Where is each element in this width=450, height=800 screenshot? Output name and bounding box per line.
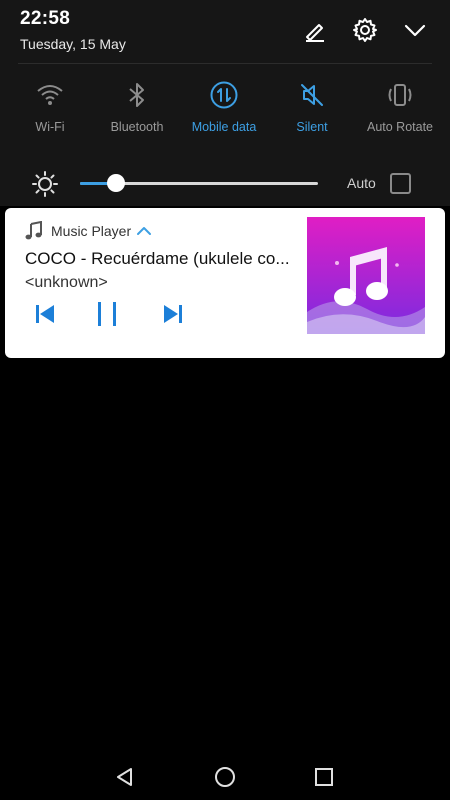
gear-icon: [353, 18, 377, 42]
toggle-auto-rotate[interactable]: Auto Rotate: [355, 80, 445, 144]
auto-brightness-checkbox[interactable]: [390, 173, 411, 194]
settings-button[interactable]: [349, 14, 381, 46]
bluetooth-icon: [129, 83, 144, 107]
music-app-row: Music Player: [25, 220, 152, 242]
next-track-button[interactable]: [156, 299, 190, 329]
skip-next-icon: [164, 305, 182, 323]
toggle-mobile-data-label: Mobile data: [191, 120, 257, 134]
toggle-wifi[interactable]: Wi-Fi: [5, 80, 95, 144]
toggle-auto-rotate-label: Auto Rotate: [366, 120, 433, 134]
status-date: Tuesday, 15 May: [20, 36, 126, 52]
auto-rotate-icon: [388, 84, 412, 106]
album-art[interactable]: [307, 217, 425, 334]
quick-toggles-row: Wi-Fi Bluetooth Mobile data Silent Auto …: [0, 80, 450, 144]
pause-button[interactable]: [90, 299, 124, 329]
notification-shade-screen: 22:58 Tuesday, 15 May Wi-Fi Bluetooth Mo…: [0, 0, 450, 800]
toggle-silent-label: Silent: [296, 120, 328, 134]
song-title: COCO - Recuérdame (ukulele co...: [25, 249, 290, 268]
music-notification-card[interactable]: Music Player COCO - Recuérdame (ukulele …: [5, 208, 445, 358]
back-button[interactable]: [110, 762, 140, 792]
music-app-name: Music Player: [51, 223, 132, 239]
auto-brightness-label: Auto: [347, 175, 376, 191]
toggle-mobile-data[interactable]: Mobile data: [179, 80, 269, 144]
brightness-row: Auto: [0, 166, 450, 200]
song-artist: <unknown>: [25, 274, 108, 291]
chevron-up-icon[interactable]: [136, 225, 152, 237]
chevron-down-icon: [404, 24, 426, 37]
mobile-data-icon: [210, 81, 238, 109]
navigation-bar: [0, 752, 450, 800]
brightness-slider-thumb[interactable]: [107, 174, 125, 192]
header-divider: [18, 63, 432, 64]
previous-track-button[interactable]: [28, 299, 62, 329]
toggle-bluetooth[interactable]: Bluetooth: [92, 80, 182, 144]
pause-icon: [98, 302, 116, 326]
toggle-bluetooth-label: Bluetooth: [110, 120, 164, 134]
pencil-edit-icon: [306, 24, 324, 42]
edit-button[interactable]: [299, 14, 331, 46]
skip-previous-icon: [36, 305, 54, 323]
status-time: 22:58: [20, 8, 71, 29]
wifi-icon: [37, 85, 63, 105]
brightness-sun-icon: [32, 171, 58, 197]
recents-button[interactable]: [309, 762, 339, 792]
home-button[interactable]: [210, 762, 240, 792]
music-note-icon: [25, 221, 42, 240]
back-triangle-icon: [117, 768, 132, 786]
collapse-button[interactable]: [399, 14, 431, 46]
brightness-slider[interactable]: [80, 174, 318, 192]
home-circle-icon: [215, 767, 235, 787]
recents-square-icon: [315, 768, 333, 786]
toggle-wifi-label: Wi-Fi: [35, 120, 65, 134]
toggle-silent[interactable]: Silent: [267, 80, 357, 144]
album-art-music-note-icon: [307, 217, 425, 334]
silent-icon: [301, 84, 323, 106]
